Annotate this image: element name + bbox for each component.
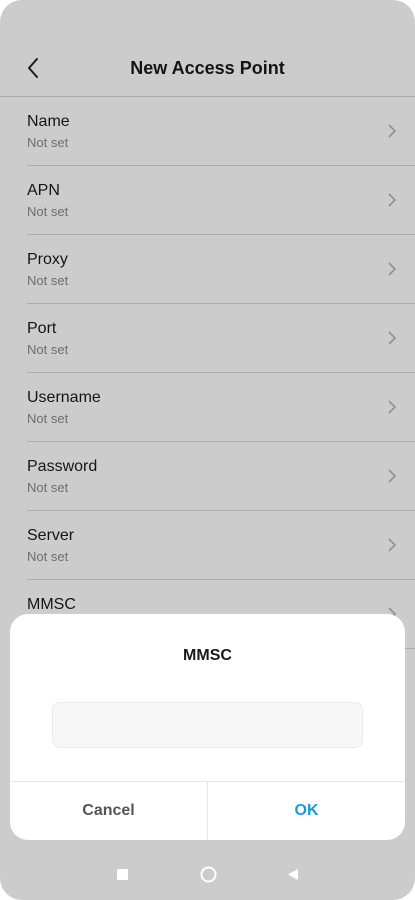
ok-button[interactable]: OK	[208, 782, 405, 840]
cancel-button[interactable]: Cancel	[10, 782, 207, 840]
dialog-title: MMSC	[183, 647, 232, 664]
mmsc-input[interactable]	[52, 702, 363, 748]
mmsc-dialog: MMSC Cancel OK	[10, 614, 405, 840]
recents-square-icon[interactable]	[117, 869, 128, 880]
home-circle-icon[interactable]	[200, 866, 217, 883]
back-triangle-icon[interactable]	[287, 868, 299, 881]
navigation-bar	[0, 848, 415, 900]
phone-screen: 10:00 100 New Access Point Name Not set …	[0, 0, 415, 900]
